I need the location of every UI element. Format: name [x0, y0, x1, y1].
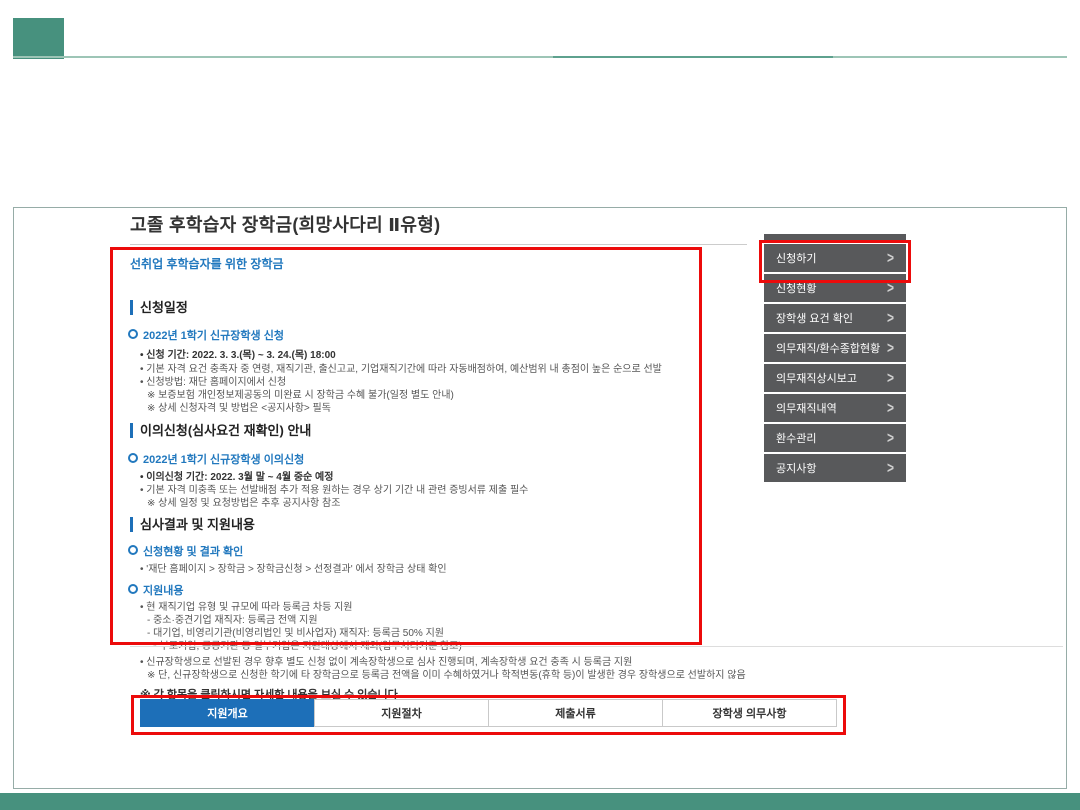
chevron-right-icon: >: [887, 429, 894, 447]
schedule-note2: ※ 상세 신청자격 및 방법은 <공지사항> 필독: [147, 399, 331, 414]
chevron-right-icon: >: [887, 399, 894, 417]
chevron-right-icon: >: [887, 279, 894, 297]
header-divider: [13, 56, 1067, 58]
circle-bullet-icon: [128, 329, 138, 339]
site-logo: [13, 18, 64, 59]
section-heading-appeal: 이의신청(심사요건 재확인) 안내: [130, 423, 311, 438]
section-heading-schedule: 신청일정: [130, 300, 188, 315]
intro-text: 선취업 후학습자를 위한 장학금: [130, 255, 284, 272]
chevron-right-icon: >: [887, 339, 894, 357]
subheading-support: 지원내용: [128, 582, 183, 598]
tab-procedure[interactable]: 지원절차: [314, 699, 489, 727]
tab-documents[interactable]: 제출서류: [488, 699, 663, 727]
section-heading-result: 심사결과 및 지원내용: [130, 517, 255, 532]
page-title: 고졸 후학습자 장학금(희망사다리 Ⅱ유형): [130, 211, 440, 237]
continuing-line2: ※ 단, 신규장학생으로 신청한 학기에 타 장학금으로 등록금 전액을 이미 …: [147, 666, 746, 681]
tab-obligations[interactable]: 장학생 의무사항: [662, 699, 837, 727]
schedule-period-line: • 신청 기간: 2022. 3. 3.(목) ~ 3. 24.(목) 18:0…: [140, 346, 336, 361]
appeal-note: ※ 상세 일정 및 요청방법은 추후 공지사항 참조: [147, 494, 340, 509]
sidebar-item-employment-refund-overview[interactable]: 의무재직/환수종합현황>: [764, 334, 906, 362]
sidebar-item-apply[interactable]: 신청하기>: [764, 244, 906, 272]
detail-tabbar: 지원개요 지원절차 제출서류 장학생 의무사항: [140, 699, 837, 727]
subheading-status-check: 신청현황 및 결과 확인: [128, 543, 243, 559]
sidebar-item-refund-management[interactable]: 환수관리>: [764, 424, 906, 452]
status-check-line: • '재단 홈페이지 > 장학금 > 장학금신청 > 선정결과' 에서 장학금 …: [140, 560, 447, 575]
subheading-new-application: 2022년 1학기 신규장학생 신청: [128, 327, 284, 343]
circle-bullet-icon: [128, 584, 138, 594]
content-divider: [130, 646, 1063, 647]
sidebar-item-application-status[interactable]: 신청현황>: [764, 274, 906, 302]
subheading-appeal: 2022년 1학기 신규장학생 이의신청: [128, 451, 304, 467]
sidebar-item-employment-history[interactable]: 의무재직내역>: [764, 394, 906, 422]
sidebar-top-strip: [764, 234, 906, 240]
header-divider-segment: [553, 56, 833, 58]
circle-bullet-icon: [128, 545, 138, 555]
chevron-right-icon: >: [887, 309, 894, 327]
sidebar-item-notices[interactable]: 공지사항>: [764, 454, 906, 482]
sidebar-item-employment-report[interactable]: 의무재직상시보고>: [764, 364, 906, 392]
circle-bullet-icon: [128, 453, 138, 463]
sidebar-item-eligibility-check[interactable]: 장학생 요건 확인>: [764, 304, 906, 332]
footer-bar: [0, 793, 1080, 810]
tab-overview[interactable]: 지원개요: [140, 699, 315, 727]
chevron-right-icon: >: [887, 369, 894, 387]
title-divider: [130, 244, 747, 245]
chevron-right-icon: >: [887, 249, 894, 267]
support-line4: * 부모기업, 공공기관 등 일부기업은 지원대상에서 제외(업무처리기준 참조…: [153, 637, 462, 652]
chevron-right-icon: >: [887, 459, 894, 477]
